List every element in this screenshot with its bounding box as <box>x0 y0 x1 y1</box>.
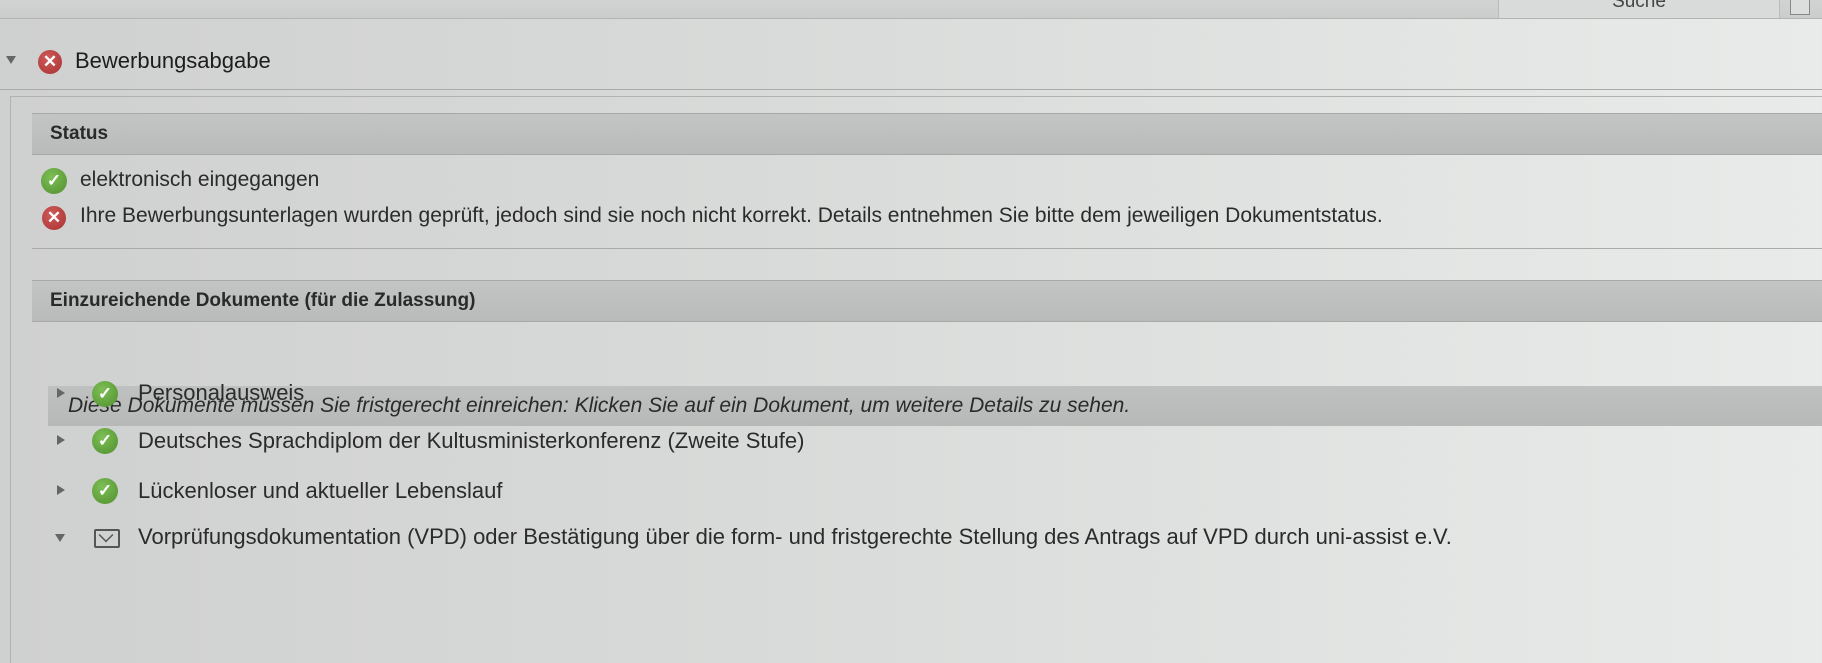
expand-triangle-icon[interactable] <box>57 435 65 445</box>
check-icon: ✓ <box>92 381 118 407</box>
document-label[interactable]: Lückenloser und aktueller Lebenslauf <box>138 478 502 504</box>
expand-triangle-icon[interactable] <box>57 485 65 495</box>
search-tab-label: Suche <box>1612 0 1666 12</box>
error-icon: ✕ <box>42 206 66 230</box>
collapse-triangle-icon[interactable] <box>55 534 65 542</box>
expand-triangle-icon[interactable] <box>57 388 65 398</box>
section-header-bewerbungsabgabe[interactable]: ✕ Bewerbungsabgabe <box>0 48 1822 88</box>
check-icon: ✓ <box>92 478 118 504</box>
document-label[interactable]: Personalausweis <box>138 380 304 406</box>
mail-icon <box>94 529 120 548</box>
document-label[interactable]: Vorprüfungsdokumentation (VPD) oder Best… <box>138 524 1452 550</box>
top-toolbar: Suche <box>0 0 1822 19</box>
document-label[interactable]: Deutsches Sprachdiplom der Kultusministe… <box>138 428 804 454</box>
check-icon: ✓ <box>92 428 118 454</box>
corner-button[interactable] <box>1790 0 1810 15</box>
documents-panel-title: Einzureichende Dokumente (für die Zulass… <box>50 290 476 311</box>
status-item-text: Ihre Bewerbungsunterlagen wurden geprüft… <box>80 204 1383 227</box>
divider <box>32 248 1822 249</box>
status-item-text: elektronisch eingegangen <box>80 168 320 191</box>
status-panel-title: Status <box>50 123 109 144</box>
check-icon: ✓ <box>41 168 67 194</box>
error-icon: ✕ <box>38 50 62 74</box>
search-tab[interactable]: Suche <box>1498 0 1780 18</box>
divider <box>0 89 1822 90</box>
documents-panel-header: Einzureichende Dokumente (für die Zulass… <box>32 280 1822 322</box>
section-title: Bewerbungsabgabe <box>75 48 271 73</box>
documents-notice: Diese Dokumente müssen Sie fristgerecht … <box>48 386 1822 426</box>
collapse-triangle-icon[interactable] <box>6 56 16 64</box>
status-panel-header: Status <box>32 113 1822 155</box>
